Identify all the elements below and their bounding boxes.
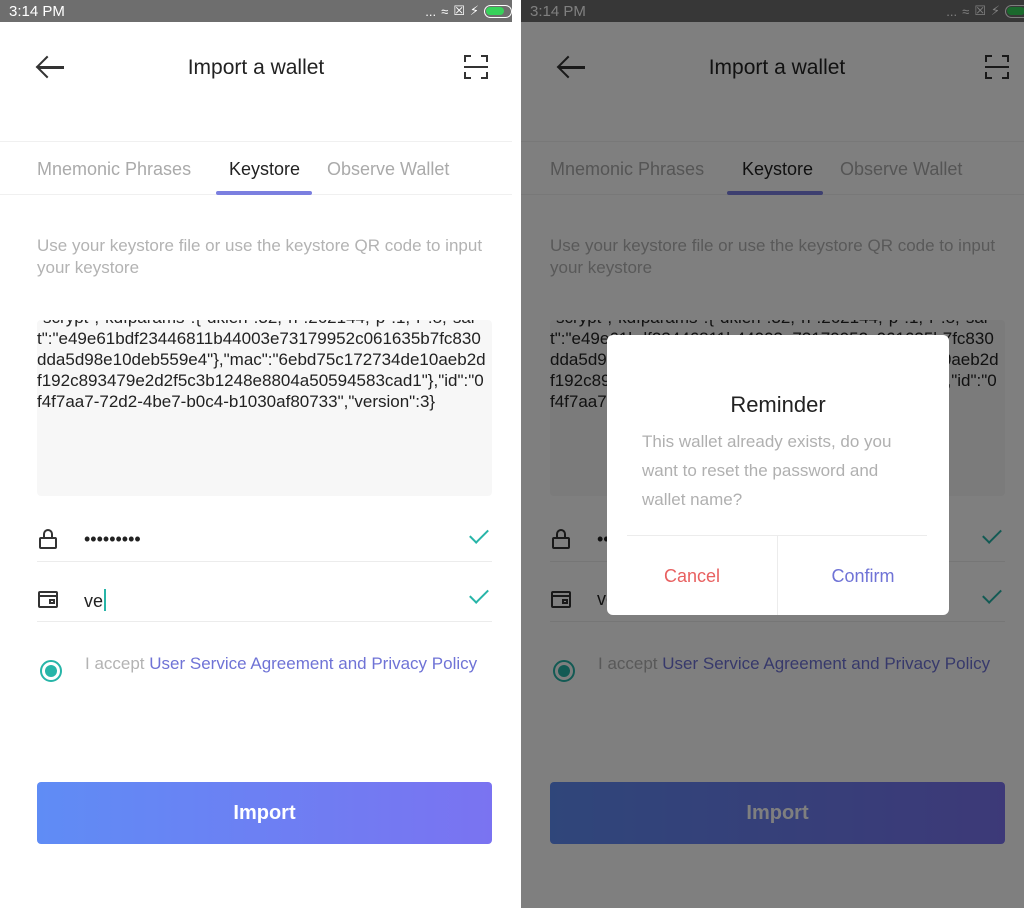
keystore-content: "scrypt","kdfparams":{"dklen":32,"n":262… [37, 320, 486, 411]
active-tab-indicator [216, 191, 312, 195]
text-cursor [104, 589, 107, 611]
check-icon [470, 528, 490, 542]
status-icons: ... ≈ ☒ ⚡ [425, 3, 512, 19]
agreement-text: I accept User Service Agreement and Priv… [85, 654, 478, 673]
signal-dots: ... [425, 3, 437, 19]
dialog-title: Reminder [730, 392, 826, 417]
top-bar: Import a wallet [0, 40, 512, 96]
screen-gap [512, 0, 521, 908]
import-tabs: Mnemonic Phrases Keystore Observe Wallet [0, 141, 512, 195]
wallet-name-field[interactable]: ve [37, 580, 492, 622]
screen-import-keystore-dialog: 3:14 PM ... ≈ ☒ ⚡ Import a wallet Mnemon… [521, 0, 1024, 908]
reminder-dialog: Reminder This wallet already exists, do … [607, 335, 949, 615]
password-field[interactable]: ••••••••• [37, 520, 492, 562]
charging-icon: ⚡ [469, 3, 479, 18]
status-bar: 3:14 PM ... ≈ ☒ ⚡ [0, 0, 512, 22]
status-time: 3:14 PM [9, 3, 65, 20]
sim-icon: ☒ [453, 3, 465, 18]
tab-keystore[interactable]: Keystore [229, 159, 300, 180]
scan-qr-icon[interactable] [464, 55, 488, 79]
keystore-textarea[interactable]: "scrypt","kdfparams":{"dklen":32,"n":262… [37, 320, 492, 496]
battery-icon [484, 4, 512, 18]
agreement-radio[interactable] [40, 660, 62, 682]
confirm-button[interactable]: Confirm [778, 566, 948, 587]
tab-mnemonic-phrases[interactable]: Mnemonic Phrases [37, 159, 191, 180]
dialog-message: This wallet already exists, do you want … [642, 432, 892, 509]
wallet-icon [37, 588, 59, 610]
wallet-name-value: ve [84, 589, 107, 612]
agreement-link[interactable]: User Service Agreement and Privacy Polic… [149, 654, 477, 673]
keystore-hint: Use your keystore file or use the keysto… [37, 236, 483, 277]
screen-import-keystore: 3:14 PM ... ≈ ☒ ⚡ Import a wallet Mnemon… [0, 0, 512, 908]
password-value: ••••••••• [84, 529, 141, 549]
wifi-icon: ≈ [441, 3, 449, 19]
lock-icon [37, 528, 59, 550]
tab-observe-wallet[interactable]: Observe Wallet [327, 159, 449, 180]
page-title: Import a wallet [187, 56, 325, 79]
import-button[interactable]: Import [37, 782, 492, 844]
cancel-button[interactable]: Cancel [607, 566, 777, 587]
check-icon [470, 588, 490, 602]
